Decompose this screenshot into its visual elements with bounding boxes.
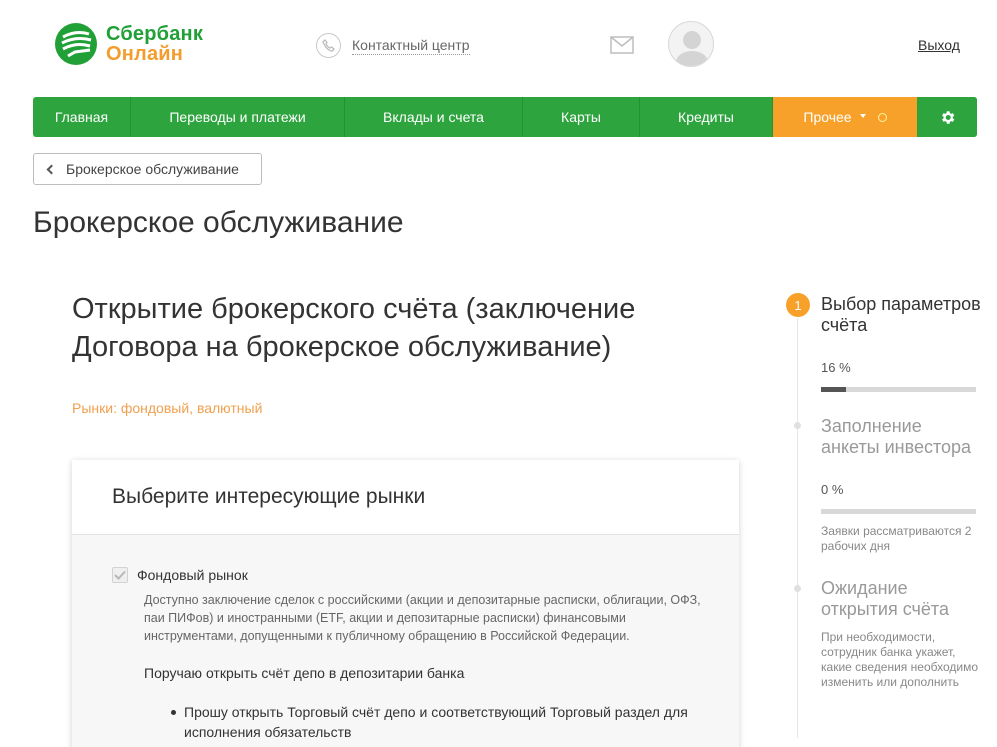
list-item: Прошу открыть Торговый счёт депо и соотв… [171,702,704,742]
nav-item-other[interactable]: Прочее [773,97,917,137]
markets-note: Рынки: фондовый, валютный [72,400,263,416]
sberbank-online-logo[interactable]: Сбербанк Онлайн [54,22,214,66]
mail-icon[interactable] [610,36,634,54]
nav-item-home[interactable]: Главная [33,97,131,137]
step-1-progress-bar [821,387,976,392]
user-silhouette-icon [674,31,710,66]
stock-market-option[interactable]: Фондовый рынок [112,567,248,583]
stock-market-checkbox[interactable] [112,567,128,583]
logo-text-line2: Онлайн [106,43,184,65]
step-2-progress-bar [821,509,976,514]
form-title: Открытие брокерского счёта (заключение Д… [72,293,636,363]
settings-button[interactable] [917,97,977,137]
chevron-left-icon [46,164,57,174]
sberbank-logo-icon [55,23,97,65]
step-2-note: Заявки рассматриваются 2 рабочих дня [821,524,972,553]
step-2-dot [794,422,801,429]
phone-icon [316,33,341,58]
chevron-down-icon [859,114,866,118]
logout-link[interactable]: Выход [918,37,960,53]
back-to-brokerage-button[interactable]: Брокерское обслуживание [33,153,262,185]
step-3-dot [794,585,801,592]
step-2-title: Заполнение анкеты инвестора [821,416,972,457]
logo-text-line1: Сбербанк [106,23,204,45]
card-title: Выберите интересующие рынки [112,485,426,508]
contact-center-link[interactable]: Контактный центр [316,33,470,58]
step-2-progress-label: 0 % [821,482,844,497]
steps-timeline-line [797,318,798,738]
stock-market-description: Доступно заключение сделок с российскими… [144,593,701,643]
step-3-title: Ожидание открытия счёта [821,578,949,619]
step-number-badge: 1 [786,293,810,317]
step-1-progress-fill [821,387,846,392]
market-selection-card: Выберите интересующие рынки Фондовый рын… [72,460,739,747]
step-3-note: При необходимости, сотрудник банка укаже… [821,630,978,689]
back-button-label: Брокерское обслуживание [66,161,239,177]
nav-item-deposits-accounts[interactable]: Вклады и счета [345,97,523,137]
user-avatar[interactable] [668,21,714,67]
step-1-title: Выбор параметров счёта [821,294,981,335]
page-title: Брокерское обслуживание [33,206,404,239]
depo-instruction-text: Поручаю открыть счёт депо в депозитарии … [144,665,465,681]
contact-center-label: Контактный центр [352,36,470,55]
notification-ring-icon [877,112,887,122]
nav-item-other-label: Прочее [803,109,852,125]
main-navigation: Главная Переводы и платежи Вклады и счет… [33,97,977,137]
checkmark-icon [114,570,126,580]
card-header: Выберите интересующие рынки [72,460,739,535]
nav-item-cards[interactable]: Карты [523,97,640,137]
stock-market-label: Фондовый рынок [137,567,248,583]
nav-item-transfers-payments[interactable]: Переводы и платежи [131,97,345,137]
nav-item-credits[interactable]: Кредиты [640,97,773,137]
step-1-progress-label: 16 % [821,360,851,375]
gear-icon [941,110,954,124]
